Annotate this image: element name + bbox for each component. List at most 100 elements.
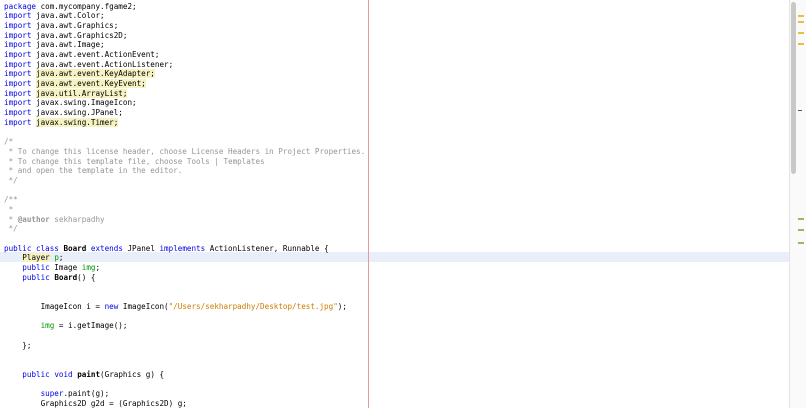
code-line[interactable]: */ <box>4 176 365 186</box>
code-token: (Graphics g) { <box>100 369 165 379</box>
code-line[interactable]: import javax.swing.ImageIcon; <box>4 98 365 108</box>
code-token: */ <box>4 224 18 234</box>
code-token: import <box>4 30 32 40</box>
code-line[interactable]: import java.awt.event.ActionEvent; <box>4 50 365 60</box>
code-line[interactable]: super.paint(g); <box>4 389 365 399</box>
warning-marker[interactable] <box>798 21 804 23</box>
code-line[interactable]: import java.awt.Image; <box>4 40 365 50</box>
code-token: /** <box>4 195 18 205</box>
code-line[interactable]: import java.awt.event.KeyAdapter; <box>4 69 365 79</box>
code-token: import <box>4 88 32 98</box>
code-token: Board <box>63 243 87 253</box>
code-token: import <box>4 69 32 79</box>
code-line[interactable] <box>4 186 365 196</box>
code-token: * To change this template file, choose T… <box>4 156 265 166</box>
code-line[interactable] <box>4 234 365 244</box>
code-token: () { <box>77 272 96 282</box>
code-line[interactable] <box>4 350 365 360</box>
code-line[interactable]: * and open the template in the editor. <box>4 166 365 176</box>
code-area[interactable]: package com.mycompany.fgame2; import java… <box>4 2 365 408</box>
code-line[interactable]: public void paint(Graphics g) { <box>4 370 365 380</box>
code-token: super <box>40 389 64 398</box>
code-token: * <box>4 204 14 214</box>
code-token: import <box>4 49 32 59</box>
code-token: java.awt.event.ActionListener; <box>31 59 174 69</box>
warning-marker[interactable] <box>798 43 804 45</box>
code-token: public <box>22 369 50 379</box>
code-line[interactable]: import java.awt.event.KeyEvent; <box>4 79 365 89</box>
code-line[interactable]: */ <box>4 224 365 234</box>
code-token: * and open the template in the editor. <box>4 166 183 176</box>
code-line[interactable]: import java.util.ArrayList; <box>4 88 365 99</box>
warning-marker[interactable] <box>798 32 804 34</box>
change-marker[interactable] <box>798 218 804 220</box>
code-line[interactable]: import java.awt.Graphics2D; <box>4 31 365 41</box>
code-token: /* <box>4 137 14 147</box>
code-token: import <box>4 79 32 88</box>
code-line[interactable] <box>4 282 365 292</box>
code-line[interactable]: img = i.getImage(); <box>4 321 365 331</box>
code-token: Board <box>54 272 78 282</box>
code-line[interactable] <box>4 312 365 322</box>
change-marker[interactable] <box>798 229 804 231</box>
code-line[interactable] <box>4 331 365 341</box>
code-token: java.awt.Graphics2D; <box>31 30 128 40</box>
code-token: javax.swing.ImageIcon; <box>31 98 137 108</box>
code-token: img <box>40 321 55 331</box>
code-line[interactable]: import java.awt.event.ActionListener; <box>4 60 365 70</box>
code-line[interactable]: /* <box>4 137 365 147</box>
code-token: extends <box>90 243 123 253</box>
code-token: public <box>22 272 50 282</box>
code-token: implements <box>159 243 206 253</box>
code-line[interactable]: * <box>4 205 365 215</box>
code-line[interactable]: import java.awt.Graphics; <box>4 21 365 31</box>
code-token: class <box>36 243 59 253</box>
scrollbar-thumb[interactable] <box>791 2 796 174</box>
code-token: javax.swing.JPanel; <box>31 108 123 118</box>
code-line[interactable]: import java.awt.Color; <box>4 11 365 21</box>
code-line[interactable]: * To change this template file, choose T… <box>4 157 365 167</box>
code-line[interactable] <box>4 292 365 302</box>
code-token: sekharpadhy <box>49 214 105 224</box>
code-line[interactable]: public Image img; <box>4 263 365 273</box>
code-token: com.mycompany.fgame2; <box>36 1 137 11</box>
code-line[interactable]: package com.mycompany.fgame2; <box>4 2 365 12</box>
code-line[interactable]: import javax.swing.Timer; <box>4 117 365 128</box>
code-line[interactable] <box>4 379 365 389</box>
code-line[interactable]: Graphics2D g2d = (Graphics2D) g; <box>4 399 365 408</box>
code-line[interactable]: Player p; <box>4 253 365 263</box>
code-line[interactable]: * @author sekharpadhy <box>4 215 365 225</box>
code-token: java.awt.event.KeyAdapter; <box>36 69 155 79</box>
code-line[interactable]: ImageIcon i = new ImageIcon("/Users/sekh… <box>4 302 365 312</box>
code-line[interactable]: /** <box>4 195 365 205</box>
code-token: "/Users/sekharpadhy/Desktop/test.jpg" <box>168 301 338 311</box>
code-line[interactable]: public class Board extends JPanel implem… <box>4 244 365 254</box>
code-token: ActionListener, Runnable { <box>205 243 329 253</box>
code-token: ); <box>337 301 347 311</box>
code-token: import <box>4 117 32 127</box>
code-line[interactable]: }; <box>4 341 365 351</box>
code-line[interactable]: * To change this license header, choose … <box>4 147 366 157</box>
change-marker[interactable] <box>798 242 804 244</box>
code-token: * <box>4 214 18 224</box>
code-token: java.awt.Image; <box>31 40 105 50</box>
code-token: public <box>4 243 32 253</box>
code-token: = i.getImage(); <box>54 321 128 331</box>
code-line[interactable]: import javax.swing.JPanel; <box>4 108 365 118</box>
code-token: Graphics2D g2d = (Graphics2D) g; <box>4 398 187 408</box>
code-line[interactable]: public Board() { <box>4 273 365 283</box>
code-token: ; <box>58 253 64 263</box>
code-token: .paint(g); <box>63 389 110 398</box>
code-editor[interactable]: package com.mycompany.fgame2; import java… <box>0 0 806 408</box>
code-token: JPanel <box>122 243 160 253</box>
code-token: import <box>4 98 32 108</box>
code-line[interactable] <box>4 360 365 370</box>
code-token: java.util.ArrayList; <box>36 88 128 98</box>
code-line[interactable] <box>4 127 365 137</box>
warning-marker[interactable] <box>798 15 804 17</box>
